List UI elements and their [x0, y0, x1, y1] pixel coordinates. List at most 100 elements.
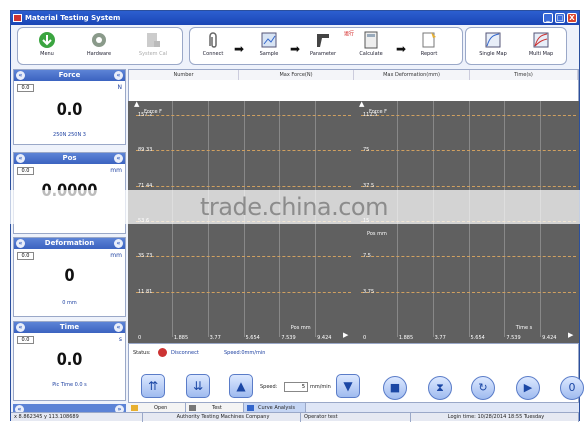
- deformation-panel: « Deformation « 0.0 mm 0 0 mm: [13, 237, 126, 317]
- maximize-button[interactable]: □: [555, 13, 565, 23]
- y-tick-label: 89.33: [138, 147, 153, 154]
- parameter-button[interactable]: Parameter: [302, 30, 344, 64]
- multi-map-button[interactable]: Multi Map: [520, 30, 562, 64]
- y-tick-label: 7.5: [363, 253, 371, 260]
- title-bar: Material Testing System _ □ X: [11, 11, 579, 25]
- deformation-sub: 0 mm: [62, 300, 77, 306]
- y-axis-label-secondary: Pos mm: [367, 230, 387, 237]
- arrow-right-icon: ➡: [234, 42, 245, 56]
- fast-down-button[interactable]: ⇊: [186, 374, 210, 398]
- x-tick-label: 1.885: [173, 335, 189, 341]
- sample-icon: [261, 32, 277, 48]
- force-panel-header: « Force «: [14, 70, 125, 81]
- disconnect-icon: [158, 348, 167, 357]
- x-tick-label: 1.885: [398, 335, 414, 341]
- toolbar-group-map: Single Map Multi Map: [465, 27, 567, 65]
- menu-button[interactable]: Menu: [26, 30, 68, 64]
- chart-gridline-h: [136, 185, 351, 187]
- status-operator: Operator test: [301, 413, 411, 422]
- zero-button[interactable]: 0: [560, 376, 584, 400]
- table-header-number[interactable]: Number: [129, 70, 239, 80]
- test-icon: [189, 405, 196, 411]
- collapse-left-icon[interactable]: «: [16, 239, 25, 248]
- collapse-right-icon[interactable]: «: [114, 71, 123, 80]
- sample-button[interactable]: Sample: [248, 30, 290, 64]
- time-title: Time: [59, 323, 80, 331]
- pos-zero-box[interactable]: 0.0: [17, 167, 34, 175]
- return-button[interactable]: ⧗: [428, 376, 452, 400]
- time-zero-box[interactable]: 0.0: [17, 336, 34, 344]
- collapse-left-icon[interactable]: «: [16, 71, 25, 80]
- status-value: Disconnect: [171, 350, 199, 356]
- speed-input[interactable]: 5: [284, 382, 308, 392]
- paperclip-icon: [209, 32, 217, 48]
- table-header-time[interactable]: Time(s): [470, 70, 578, 80]
- force-zero-box[interactable]: 0.0: [17, 84, 34, 92]
- collapse-right-icon[interactable]: «: [114, 154, 123, 163]
- connect-button[interactable]: Connect: [192, 30, 234, 64]
- status-coords: x 8.862345 y 113.108689: [11, 413, 143, 422]
- collapse-left-icon[interactable]: «: [16, 154, 25, 163]
- start-button[interactable]: ▶: [516, 376, 540, 400]
- system-cal-button[interactable]: System Cal: [132, 30, 174, 64]
- x-axis-arrow: ▶: [568, 331, 574, 339]
- y-tick-label: 37.5: [363, 182, 375, 189]
- deformation-zero-box[interactable]: 0.0: [17, 252, 34, 260]
- down-button[interactable]: ▼: [336, 374, 360, 398]
- calculate-label: Calculate: [359, 51, 383, 57]
- x-tick-label: 7.539: [281, 335, 296, 341]
- tab-curve-analysis-label: Curve Analysis: [258, 405, 295, 411]
- stop-button[interactable]: ■: [383, 376, 407, 400]
- collapse-right-icon[interactable]: «: [114, 239, 123, 248]
- x-tick-label: 5.654: [470, 335, 485, 341]
- y-tick-label: 3.75: [363, 288, 375, 295]
- pos-unit: mm: [110, 167, 122, 174]
- x-tick-label: 9.424: [317, 335, 332, 341]
- report-button[interactable]: Report: [408, 30, 450, 64]
- chart-gridline-h: [361, 115, 576, 116]
- multi-map-icon: [533, 32, 549, 48]
- control-panel: Status: Disconnect Speed:0mm/min ⇈ ⇊ ▲ S…: [128, 343, 584, 403]
- curve-icon: [247, 405, 254, 411]
- calculate-button[interactable]: Calculate: [350, 30, 392, 64]
- sample-label: Sample: [259, 51, 279, 57]
- connect-label: Connect: [202, 51, 224, 57]
- hardware-button[interactable]: Hardware: [78, 30, 120, 64]
- status-company: Authority Testing Machines Company: [143, 413, 301, 422]
- y-tick-label: 75: [363, 147, 370, 154]
- single-map-label: Single Map: [479, 51, 507, 57]
- tab-test-label: Test: [212, 405, 222, 411]
- y-tick-label: 11.81: [138, 288, 153, 295]
- report-label: Report: [420, 51, 438, 57]
- tab-open-label: Open: [154, 405, 168, 411]
- pos-title: Pos: [62, 154, 77, 162]
- collapse-left-icon[interactable]: «: [16, 323, 25, 332]
- x-axis-arrow: ▶: [343, 331, 349, 339]
- app-icon: [13, 14, 22, 22]
- y-axis-label: Force F: [369, 109, 387, 115]
- chart-gridline-h: [361, 150, 576, 152]
- speed-unit: mm/min: [310, 384, 331, 390]
- collapse-right-icon[interactable]: «: [114, 323, 123, 332]
- x-tick-label: 9.424: [542, 335, 557, 341]
- fast-up-button[interactable]: ⇈: [141, 374, 165, 398]
- parameter-label: Parameter: [309, 51, 336, 57]
- x-axis-label: Pos mm: [290, 325, 311, 331]
- x-tick-label: 3.77: [434, 335, 446, 341]
- watermark-banner: trade.china.com: [0, 190, 588, 224]
- up-button[interactable]: ▲: [229, 374, 253, 398]
- table-header-max-deformation[interactable]: Max Deformation(mm): [354, 70, 470, 80]
- close-button[interactable]: X: [567, 13, 577, 23]
- time-value: 0.0: [56, 350, 83, 370]
- chart-gridline-h: [136, 256, 351, 258]
- arrow-right-icon: ➡: [396, 42, 407, 56]
- multi-map-label: Multi Map: [528, 51, 554, 57]
- minimize-button[interactable]: _: [543, 13, 553, 23]
- readout-sidebar: « Force « 0.0 N 0.0 250N 250N 3 « Pos « …: [13, 69, 126, 414]
- chart-gridline-h: [361, 185, 576, 187]
- single-map-button[interactable]: Single Map: [472, 30, 514, 64]
- x-tick-label: 0: [363, 335, 367, 341]
- table-header-max-force[interactable]: Max Force(N): [239, 70, 354, 80]
- deformation-panel-header: « Deformation «: [14, 238, 125, 249]
- reset-button[interactable]: ↻: [471, 376, 495, 400]
